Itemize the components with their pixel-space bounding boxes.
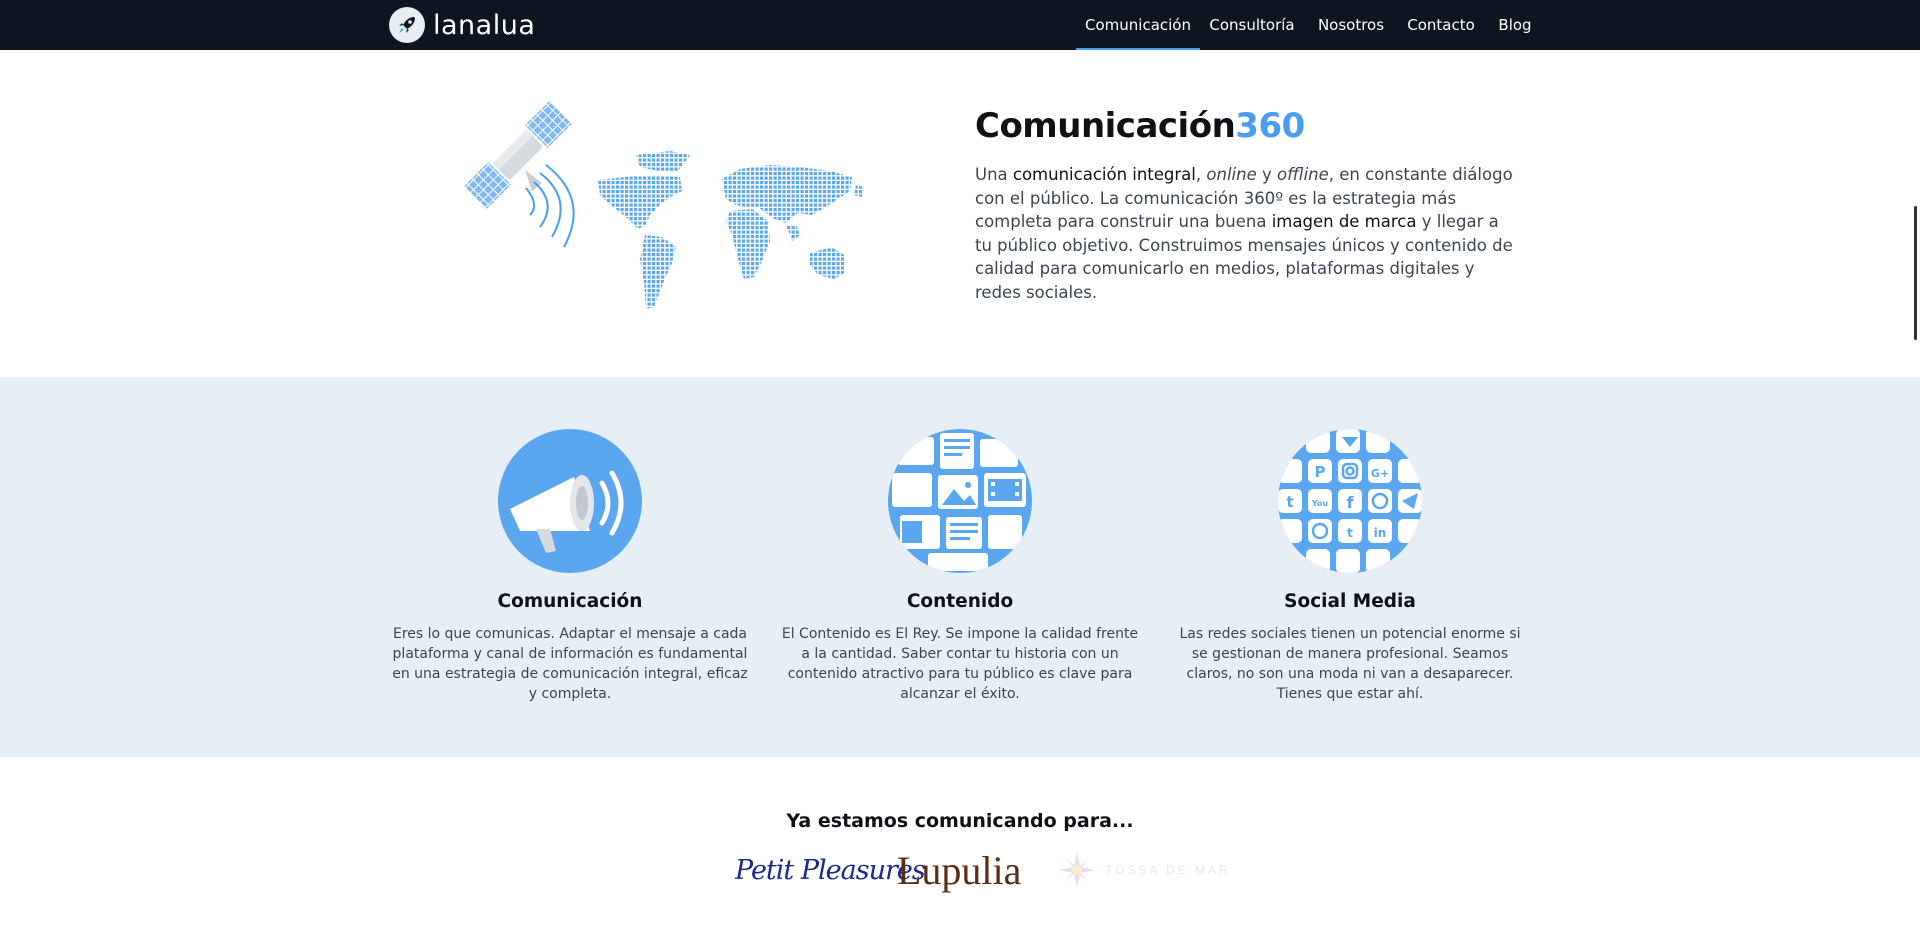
top-navbar: lanalua Comunicación Consultoría Nosotro… (0, 0, 1920, 50)
service-title: Comunicación (497, 591, 643, 612)
world-map-icon (598, 151, 864, 309)
nav-item-contacto[interactable]: Contacto (1404, 0, 1478, 50)
service-title: Contenido (906, 591, 1014, 612)
service-description: Eres lo que comunicas. Adaptar el mensaj… (392, 626, 748, 702)
client-logo-tossa[interactable]: TOSSA DE MAR (1057, 846, 1231, 894)
megaphone-icon (498, 429, 642, 573)
svg-text:in: in (1374, 526, 1387, 540)
page-scrollbar[interactable] (1914, 206, 1917, 340)
satellite-icon (464, 101, 575, 248)
svg-text:t: t (1347, 526, 1353, 540)
brand-logo-link[interactable]: lanalua (389, 7, 535, 43)
highlight-comunicacion-integral: comunicación integral (1012, 165, 1196, 184)
nav-item-consultoria[interactable]: Consultoría (1205, 0, 1299, 50)
service-description: Las redes sociales tienen un potencial e… (1179, 626, 1521, 702)
svg-text:G+: G+ (1371, 467, 1389, 480)
rocket-icon (389, 7, 425, 43)
highlight-imagen-de-marca: imagen de marca (1271, 212, 1417, 231)
svg-text:f: f (1347, 493, 1355, 512)
clients-title: Ya estamos comunicando para... (786, 810, 1134, 832)
svg-text:You: You (1311, 499, 1329, 508)
svg-text:P: P (1315, 463, 1326, 481)
service-title: Social Media (1284, 591, 1416, 612)
services-section: Comunicación Eres lo que comunicas. Adap… (0, 377, 1920, 757)
brand-name: lanalua (433, 9, 536, 41)
client-logo-lupulia[interactable]: Lupulia (897, 846, 1021, 894)
social-networks-icon: P G+ t You f t in (1278, 429, 1422, 573)
section-title: Comunicación360 (975, 106, 1305, 146)
nav-item-nosotros[interactable]: Nosotros (1310, 0, 1392, 50)
service-description: El Contenido es El Rey. Se impone la cal… (781, 626, 1139, 702)
svg-text:t: t (1286, 493, 1293, 511)
content-collage-icon (888, 429, 1032, 573)
nav-item-comunicacion[interactable]: Comunicación (1076, 0, 1200, 50)
starburst-icon (1059, 852, 1095, 888)
section-description: Una comunicación integral, online y offl… (975, 165, 1513, 302)
satellite-world-map-illustration (440, 95, 900, 335)
nav-item-blog[interactable]: Blog (1493, 0, 1537, 50)
